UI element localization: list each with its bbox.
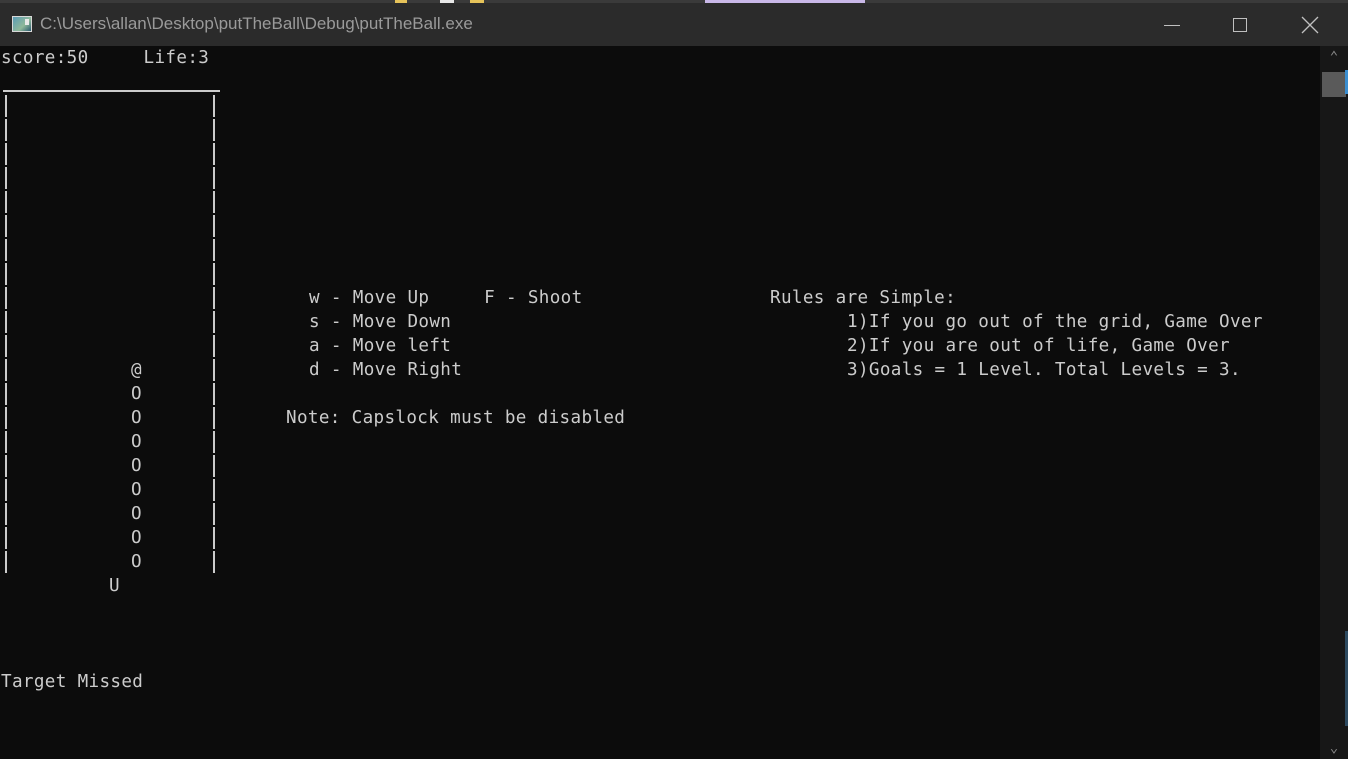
- console-output[interactable]: score:50 Life:3 @ OOOOOOOO U w - Move Up …: [0, 46, 1320, 759]
- grid-right-wall: [213, 215, 215, 237]
- grid-right-wall: [213, 119, 215, 141]
- ball-trail-segment: O: [131, 408, 142, 428]
- grid-left-wall: [5, 239, 7, 261]
- goal-cup: U: [109, 576, 120, 596]
- grid-right-wall: [213, 383, 215, 405]
- hud-row: score:50 Life:3: [1, 46, 209, 70]
- grid-left-wall: [5, 383, 7, 405]
- close-icon: [1301, 16, 1319, 34]
- player-ball: @: [131, 360, 142, 380]
- grid-left-wall: [5, 311, 7, 333]
- grid-right-wall: [213, 95, 215, 117]
- life-label: Life:3: [143, 48, 210, 68]
- grid-right-wall: [213, 287, 215, 309]
- ball-trail-segment: O: [131, 552, 142, 572]
- grid-left-wall: [5, 95, 7, 117]
- grid-right-wall: [213, 431, 215, 453]
- grid-left-wall: [5, 359, 7, 381]
- window-title: C:\Users\allan\Desktop\putTheBall\Debug\…: [40, 14, 473, 33]
- scroll-up-button[interactable]: ⌃: [1320, 46, 1348, 68]
- grid-top-border: [3, 90, 220, 92]
- grid-right-wall: [213, 239, 215, 261]
- help-line-down: s - Move Down: [309, 312, 452, 332]
- grid-right-wall: [213, 503, 215, 525]
- rule-item: 3)Goals = 1 Level. Total Levels = 3.: [847, 360, 1241, 380]
- grid-left-wall: [5, 551, 7, 573]
- grid-right-wall: [213, 335, 215, 357]
- grid-right-wall: [213, 527, 215, 549]
- grid-right-wall: [213, 407, 215, 429]
- grid-right-wall: [213, 551, 215, 573]
- grid-right-wall: [213, 167, 215, 189]
- rules-title: Rules are Simple:: [770, 288, 957, 308]
- grid-right-wall: [213, 359, 215, 381]
- close-button[interactable]: [1288, 6, 1334, 46]
- grid-left-wall: [5, 527, 7, 549]
- capslock-note: Note: Capslock must be disabled: [286, 408, 626, 428]
- grid-right-wall: [213, 455, 215, 477]
- ball-trail-segment: O: [131, 384, 142, 404]
- grid-left-wall: [5, 119, 7, 141]
- maximize-button[interactable]: [1218, 6, 1264, 46]
- rule-item: 2)If you are out of life, Game Over: [847, 336, 1230, 356]
- minimize-button[interactable]: [1150, 6, 1196, 46]
- status-message: Target Missed: [1, 672, 144, 692]
- vertical-scrollbar[interactable]: ⌃ ⌄: [1320, 46, 1348, 759]
- scroll-down-button[interactable]: ⌄: [1320, 737, 1348, 759]
- grid-left-wall: [5, 335, 7, 357]
- scrollbar-thumb[interactable]: [1322, 72, 1346, 97]
- ball-trail-segment: O: [131, 528, 142, 548]
- help-line-right: d - Move Right: [309, 360, 463, 380]
- console-app-icon: [12, 16, 32, 32]
- grid-left-wall: [5, 503, 7, 525]
- ball-trail-segment: O: [131, 480, 142, 500]
- grid-left-wall: [5, 143, 7, 165]
- grid-left-wall: [5, 479, 7, 501]
- chevron-down-icon: ⌄: [1329, 740, 1339, 756]
- grid-left-wall: [5, 287, 7, 309]
- grid-left-wall: [5, 167, 7, 189]
- chevron-up-icon: ⌃: [1329, 49, 1339, 65]
- grid-left-wall: [5, 431, 7, 453]
- grid-right-wall: [213, 143, 215, 165]
- help-line-left: a - Move left: [309, 336, 452, 356]
- help-line-up-shoot: w - Move Up F - Shoot: [309, 288, 583, 308]
- ball-trail-segment: O: [131, 456, 142, 476]
- grid-left-wall: [5, 263, 7, 285]
- grid-right-wall: [213, 311, 215, 333]
- score-label: score:50: [1, 48, 89, 68]
- grid-right-wall: [213, 191, 215, 213]
- grid-left-wall: [5, 455, 7, 477]
- ball-trail-segment: O: [131, 432, 142, 452]
- grid-right-wall: [213, 479, 215, 501]
- title-bar: C:\Users\allan\Desktop\putTheBall\Debug\…: [0, 3, 1348, 46]
- grid-left-wall: [5, 191, 7, 213]
- grid-left-wall: [5, 407, 7, 429]
- grid-right-wall: [213, 263, 215, 285]
- ball-trail-segment: O: [131, 504, 142, 524]
- rule-item: 1)If you go out of the grid, Game Over: [847, 312, 1263, 332]
- grid-left-wall: [5, 215, 7, 237]
